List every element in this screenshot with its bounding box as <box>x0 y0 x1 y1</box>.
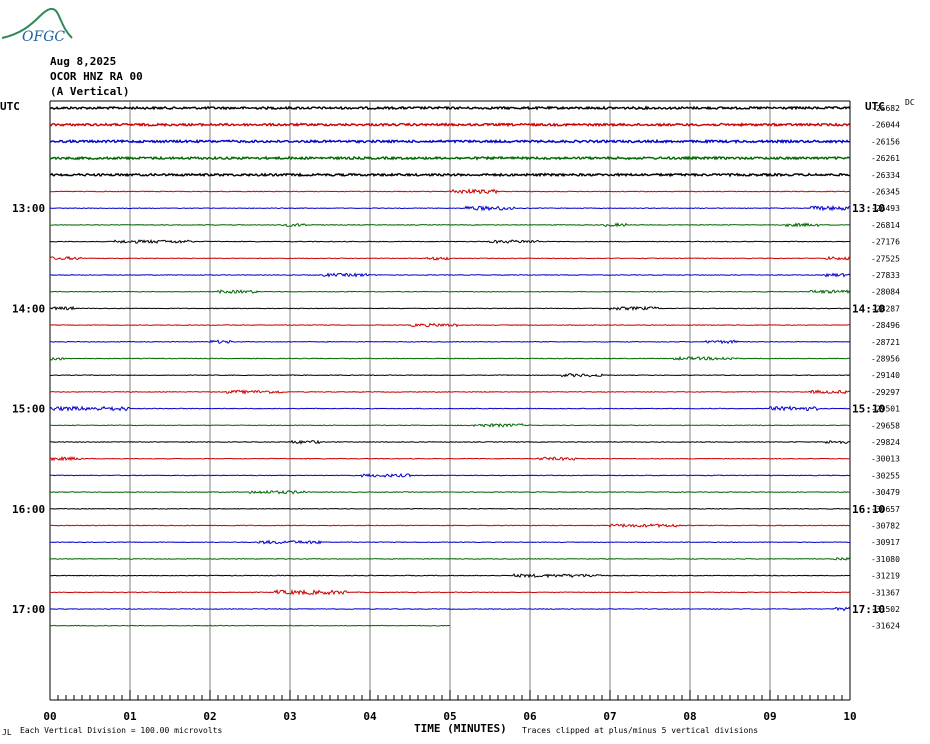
left-time-label: 13:00 <box>12 202 45 215</box>
trace-offset-label: -30255 <box>871 471 900 480</box>
trace-offset-label: -27176 <box>871 238 900 247</box>
right-time-label: 13:10 <box>852 202 885 215</box>
x-tick-label: 04 <box>363 710 377 723</box>
left-time-label: 16:00 <box>12 503 45 516</box>
first-trace-note: DC <box>905 98 915 107</box>
helicorder-stage: OFGC Aug 8,2025 OCOR HNZ RA 00 (A Vertic… <box>0 8 915 737</box>
trace-offset-label: -26345 <box>871 188 900 197</box>
trace-offset-label: -29658 <box>871 421 900 430</box>
x-tick-label: 08 <box>683 710 696 723</box>
x-tick-label: 06 <box>523 710 537 723</box>
trace-offset-label: -30013 <box>871 455 900 464</box>
trace-offset-label: -28084 <box>871 288 900 297</box>
trace-line <box>49 172 851 178</box>
left-time-label: 14:00 <box>12 302 45 315</box>
trace-line <box>49 624 451 627</box>
trace-offset-label: -30917 <box>871 538 900 547</box>
x-tick-label: 02 <box>203 710 216 723</box>
x-tick-label: 00 <box>43 710 56 723</box>
trace-offset-label: -26044 <box>871 121 900 130</box>
trace-offset-label: -26156 <box>871 137 900 146</box>
trace-offset-label: -26814 <box>871 221 900 230</box>
right-time-label: 17:10 <box>852 603 885 616</box>
trace-labels: -25682-26044-26156-26261-26334-26345-264… <box>12 104 900 631</box>
trace-offset-label: -26334 <box>871 171 900 180</box>
footer-mark: JL <box>2 728 12 737</box>
trace-offset-label: -30479 <box>871 488 900 497</box>
logo-text: OFGC <box>22 29 65 45</box>
trace-offset-label: -26261 <box>871 154 900 163</box>
division-note: Each Vertical Division = 100.00 microvol… <box>20 726 222 735</box>
header-station: OCOR HNZ RA 00 <box>50 70 143 83</box>
x-axis-title: TIME (MINUTES) <box>414 722 507 735</box>
trace-offset-label: -29824 <box>871 438 900 447</box>
right-time-label: 14:10 <box>852 302 885 315</box>
trace-offset-label: -28956 <box>871 355 900 364</box>
x-tick-label: 09 <box>763 710 776 723</box>
x-tick-label: 10 <box>843 710 856 723</box>
trace-offset-label: -30782 <box>871 522 900 531</box>
trace-offset-label: -25682 <box>871 104 900 113</box>
clip-note: Traces clipped at plus/minus 5 vertical … <box>522 726 758 735</box>
x-axis: 00 01 02 03 04 05 06 07 08 09 10 <box>43 690 857 723</box>
trace-line <box>49 507 851 510</box>
x-tick-label: 07 <box>603 710 616 723</box>
trace-offset-label: -29140 <box>871 371 900 380</box>
left-time-label: 15:00 <box>12 403 45 416</box>
logo: OFGC <box>1 8 73 45</box>
trace-offset-label: -27525 <box>871 254 900 263</box>
trace-offset-label: -31080 <box>871 555 900 564</box>
left-time-label: 17:00 <box>12 603 45 616</box>
x-tick-label: 03 <box>283 710 296 723</box>
right-time-label: 16:10 <box>852 503 885 516</box>
trace-offset-label: -27833 <box>871 271 900 280</box>
trace-offset-label: -28721 <box>871 338 900 347</box>
header-component: (A Vertical) <box>50 85 129 98</box>
trace-offset-label: -28496 <box>871 321 900 330</box>
trace-offset-label: -31624 <box>871 622 900 631</box>
x-tick-label: 01 <box>123 710 137 723</box>
right-time-label: 15:10 <box>852 403 885 416</box>
left-axis-label: UTC <box>0 100 20 113</box>
trace-offset-label: -31219 <box>871 572 900 581</box>
header-date: Aug 8,2025 <box>50 55 116 68</box>
trace-offset-label: -31367 <box>871 588 900 597</box>
trace-offset-label: -29297 <box>871 388 900 397</box>
